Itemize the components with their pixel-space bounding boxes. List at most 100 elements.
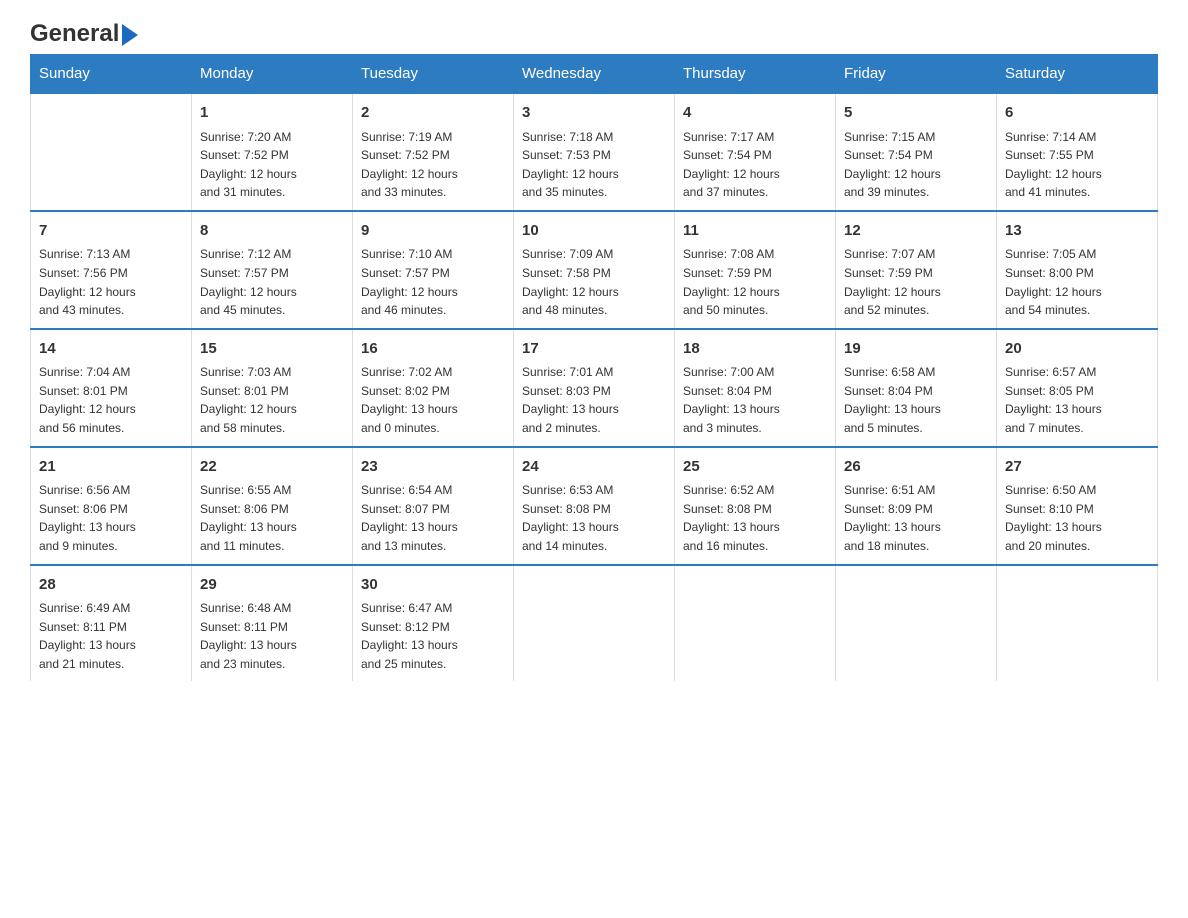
day-number: 25 (683, 456, 827, 479)
day-number: 1 (200, 102, 344, 125)
calendar-cell: 21Sunrise: 6:56 AM Sunset: 8:06 PM Dayli… (31, 447, 192, 565)
column-header-thursday: Thursday (675, 55, 836, 94)
calendar-cell (997, 565, 1158, 682)
calendar-cell: 5 Sunrise: 7:15 AM Sunset: 7:54 PM Daylig… (836, 93, 997, 211)
day-number: 11 (683, 220, 827, 243)
day-info: Sunrise: 7:17 AM Sunset: 7:54 PM Dayligh… (683, 128, 827, 202)
calendar-cell: 18Sunrise: 7:00 AM Sunset: 8:04 PM Dayli… (675, 329, 836, 447)
day-number: 26 (844, 456, 988, 479)
day-number: 4 (683, 102, 827, 125)
day-info: Sunrise: 7:02 AM Sunset: 8:02 PM Dayligh… (361, 363, 505, 437)
calendar-cell: 30Sunrise: 6:47 AM Sunset: 8:12 PM Dayli… (353, 565, 514, 682)
day-info: Sunrise: 6:56 AM Sunset: 8:06 PM Dayligh… (39, 481, 183, 555)
page-header: General (30, 20, 1158, 44)
day-info: Sunrise: 7:14 AM Sunset: 7:55 PM Dayligh… (1005, 128, 1149, 202)
day-info: Sunrise: 7:12 AM Sunset: 7:57 PM Dayligh… (200, 245, 344, 319)
column-header-monday: Monday (192, 55, 353, 94)
calendar-table: SundayMondayTuesdayWednesdayThursdayFrid… (30, 54, 1158, 681)
day-number: 12 (844, 220, 988, 243)
calendar-cell: 11Sunrise: 7:08 AM Sunset: 7:59 PM Dayli… (675, 211, 836, 329)
day-info: Sunrise: 7:05 AM Sunset: 8:00 PM Dayligh… (1005, 245, 1149, 319)
calendar-week-3: 14Sunrise: 7:04 AM Sunset: 8:01 PM Dayli… (31, 329, 1158, 447)
calendar-cell: 19Sunrise: 6:58 AM Sunset: 8:04 PM Dayli… (836, 329, 997, 447)
day-info: Sunrise: 7:01 AM Sunset: 8:03 PM Dayligh… (522, 363, 666, 437)
day-number: 15 (200, 338, 344, 361)
day-number: 10 (522, 220, 666, 243)
day-number: 20 (1005, 338, 1149, 361)
calendar-week-5: 28Sunrise: 6:49 AM Sunset: 8:11 PM Dayli… (31, 565, 1158, 682)
day-info: Sunrise: 6:57 AM Sunset: 8:05 PM Dayligh… (1005, 363, 1149, 437)
calendar-cell: 10Sunrise: 7:09 AM Sunset: 7:58 PM Dayli… (514, 211, 675, 329)
day-number: 21 (39, 456, 183, 479)
column-header-sunday: Sunday (31, 55, 192, 94)
day-info: Sunrise: 7:00 AM Sunset: 8:04 PM Dayligh… (683, 363, 827, 437)
day-info: Sunrise: 7:15 AM Sunset: 7:54 PM Dayligh… (844, 128, 988, 202)
day-number: 27 (1005, 456, 1149, 479)
column-header-wednesday: Wednesday (514, 55, 675, 94)
day-number: 3 (522, 102, 666, 125)
day-info: Sunrise: 7:20 AM Sunset: 7:52 PM Dayligh… (200, 128, 344, 202)
logo-general-text: General (30, 20, 119, 48)
column-header-friday: Friday (836, 55, 997, 94)
column-header-tuesday: Tuesday (353, 55, 514, 94)
day-number: 2 (361, 102, 505, 125)
day-info: Sunrise: 6:58 AM Sunset: 8:04 PM Dayligh… (844, 363, 988, 437)
calendar-cell: 22Sunrise: 6:55 AM Sunset: 8:06 PM Dayli… (192, 447, 353, 565)
calendar-cell: 2 Sunrise: 7:19 AM Sunset: 7:52 PM Daylig… (353, 93, 514, 211)
day-number: 28 (39, 574, 183, 597)
day-info: Sunrise: 6:54 AM Sunset: 8:07 PM Dayligh… (361, 481, 505, 555)
calendar-cell: 20Sunrise: 6:57 AM Sunset: 8:05 PM Dayli… (997, 329, 1158, 447)
day-info: Sunrise: 6:53 AM Sunset: 8:08 PM Dayligh… (522, 481, 666, 555)
calendar-cell: 14Sunrise: 7:04 AM Sunset: 8:01 PM Dayli… (31, 329, 192, 447)
day-info: Sunrise: 7:07 AM Sunset: 7:59 PM Dayligh… (844, 245, 988, 319)
day-info: Sunrise: 6:50 AM Sunset: 8:10 PM Dayligh… (1005, 481, 1149, 555)
calendar-cell: 25Sunrise: 6:52 AM Sunset: 8:08 PM Dayli… (675, 447, 836, 565)
calendar-cell: 17Sunrise: 7:01 AM Sunset: 8:03 PM Dayli… (514, 329, 675, 447)
calendar-cell: 29Sunrise: 6:48 AM Sunset: 8:11 PM Dayli… (192, 565, 353, 682)
calendar-cell: 16Sunrise: 7:02 AM Sunset: 8:02 PM Dayli… (353, 329, 514, 447)
calendar-header-row: SundayMondayTuesdayWednesdayThursdayFrid… (31, 55, 1158, 94)
calendar-cell: 13Sunrise: 7:05 AM Sunset: 8:00 PM Dayli… (997, 211, 1158, 329)
day-number: 7 (39, 220, 183, 243)
column-header-saturday: Saturday (997, 55, 1158, 94)
day-info: Sunrise: 7:08 AM Sunset: 7:59 PM Dayligh… (683, 245, 827, 319)
calendar-cell (675, 565, 836, 682)
calendar-cell: 26Sunrise: 6:51 AM Sunset: 8:09 PM Dayli… (836, 447, 997, 565)
calendar-cell (31, 93, 192, 211)
calendar-cell: 28Sunrise: 6:49 AM Sunset: 8:11 PM Dayli… (31, 565, 192, 682)
calendar-cell: 4 Sunrise: 7:17 AM Sunset: 7:54 PM Daylig… (675, 93, 836, 211)
day-number: 16 (361, 338, 505, 361)
day-info: Sunrise: 6:55 AM Sunset: 8:06 PM Dayligh… (200, 481, 344, 555)
day-number: 17 (522, 338, 666, 361)
day-info: Sunrise: 7:13 AM Sunset: 7:56 PM Dayligh… (39, 245, 183, 319)
calendar-week-2: 7Sunrise: 7:13 AM Sunset: 7:56 PM Daylig… (31, 211, 1158, 329)
day-number: 22 (200, 456, 344, 479)
day-number: 18 (683, 338, 827, 361)
day-number: 30 (361, 574, 505, 597)
calendar-body: 1 Sunrise: 7:20 AM Sunset: 7:52 PM Daylig… (31, 93, 1158, 681)
calendar-cell: 1 Sunrise: 7:20 AM Sunset: 7:52 PM Daylig… (192, 93, 353, 211)
day-info: Sunrise: 7:19 AM Sunset: 7:52 PM Dayligh… (361, 128, 505, 202)
calendar-cell: 24Sunrise: 6:53 AM Sunset: 8:08 PM Dayli… (514, 447, 675, 565)
calendar-week-1: 1 Sunrise: 7:20 AM Sunset: 7:52 PM Daylig… (31, 93, 1158, 211)
day-number: 13 (1005, 220, 1149, 243)
day-info: Sunrise: 7:18 AM Sunset: 7:53 PM Dayligh… (522, 128, 666, 202)
day-number: 5 (844, 102, 988, 125)
calendar-cell: 27Sunrise: 6:50 AM Sunset: 8:10 PM Dayli… (997, 447, 1158, 565)
day-number: 19 (844, 338, 988, 361)
calendar-cell: 7Sunrise: 7:13 AM Sunset: 7:56 PM Daylig… (31, 211, 192, 329)
calendar-cell: 3 Sunrise: 7:18 AM Sunset: 7:53 PM Daylig… (514, 93, 675, 211)
day-number: 24 (522, 456, 666, 479)
calendar-cell (514, 565, 675, 682)
calendar-cell: 15Sunrise: 7:03 AM Sunset: 8:01 PM Dayli… (192, 329, 353, 447)
day-info: Sunrise: 7:10 AM Sunset: 7:57 PM Dayligh… (361, 245, 505, 319)
day-number: 6 (1005, 102, 1149, 125)
calendar-cell (836, 565, 997, 682)
day-number: 14 (39, 338, 183, 361)
day-number: 23 (361, 456, 505, 479)
day-info: Sunrise: 7:03 AM Sunset: 8:01 PM Dayligh… (200, 363, 344, 437)
day-info: Sunrise: 7:09 AM Sunset: 7:58 PM Dayligh… (522, 245, 666, 319)
day-info: Sunrise: 6:47 AM Sunset: 8:12 PM Dayligh… (361, 599, 505, 673)
calendar-cell: 8Sunrise: 7:12 AM Sunset: 7:57 PM Daylig… (192, 211, 353, 329)
day-number: 29 (200, 574, 344, 597)
